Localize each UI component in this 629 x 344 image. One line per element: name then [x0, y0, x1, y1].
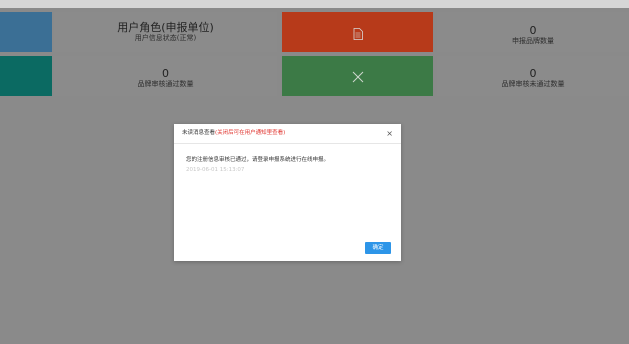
dialog-note: (关闭后可在用户通知里查看)	[215, 130, 286, 136]
failed-brands-tile: 0 品牌审核未通过数量	[437, 56, 629, 96]
message-text: 您的注册信息审核已通过，请登录申报系统进行在线申报。	[186, 157, 330, 163]
applied-brands-label: 申报品牌数量	[512, 37, 554, 45]
passed-brands-tile: 0 品牌审核通过数量	[54, 56, 277, 96]
passed-brands-label: 品牌审核通过数量	[137, 80, 194, 88]
close-icon	[352, 71, 364, 87]
confirm-button[interactable]: 确定	[365, 242, 391, 254]
rejected-tile[interactable]	[282, 56, 433, 96]
user-role-tile: 用户角色(申报单位) 用户信息状态(正常)	[54, 12, 277, 52]
applied-brands-tile: 0 申报品牌数量	[437, 12, 629, 52]
dialog-body: 您的注册信息审核已通过，请登录申报系统进行在线申报。 2019-06-01 15…	[174, 144, 401, 174]
message-timestamp: 2019-06-01 15:13:07	[186, 167, 245, 173]
unread-message-dialog: 未读消息查看(关闭后可在用户通知里查看) × 您的注册信息审核已通过，请登录申报…	[174, 124, 401, 261]
document-tile[interactable]	[282, 12, 433, 52]
dialog-title: 未读消息查看	[182, 130, 216, 136]
blue-tile[interactable]	[0, 12, 52, 52]
dialog-header: 未读消息查看(关闭后可在用户通知里查看) ×	[174, 124, 401, 144]
user-status-label: 用户信息状态(正常)	[134, 34, 197, 42]
failed-brands-count: 0	[529, 67, 537, 80]
document-icon	[353, 28, 363, 44]
passed-brands-count: 0	[162, 67, 169, 80]
failed-brands-label: 品牌审核未通过数量	[501, 80, 565, 88]
teal-tile[interactable]	[0, 56, 52, 96]
user-role-title: 用户角色(申报单位)	[117, 21, 214, 34]
top-strip	[0, 0, 629, 8]
dialog-close-button[interactable]: ×	[386, 124, 393, 143]
applied-brands-count: 0	[529, 24, 537, 37]
